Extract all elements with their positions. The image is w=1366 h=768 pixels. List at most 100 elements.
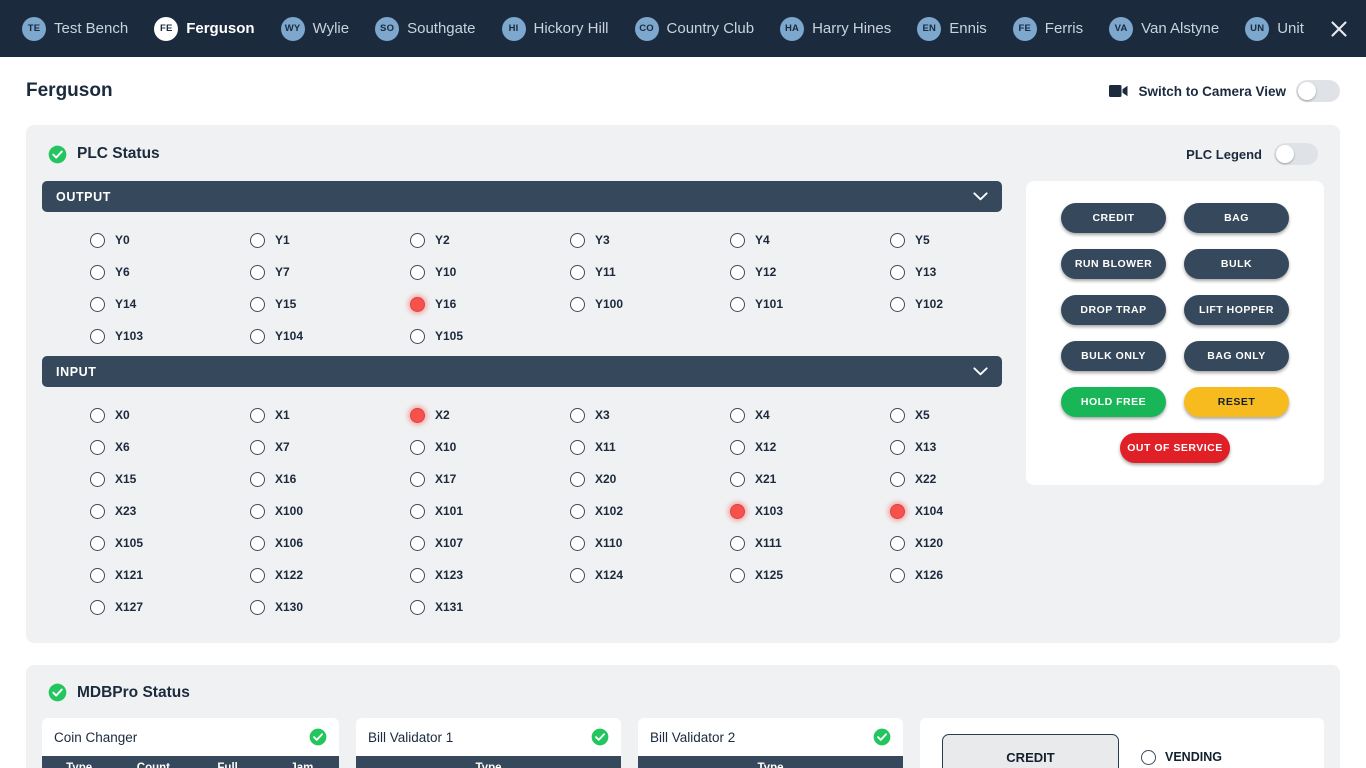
io-item[interactable]: Y101	[682, 288, 842, 320]
io-item[interactable]: X2	[362, 399, 522, 431]
legend-button-run-blower[interactable]: RUN BLOWER	[1061, 249, 1166, 279]
camera-view-switch[interactable]: Switch to Camera View	[1109, 80, 1340, 102]
io-item[interactable]: Y2	[362, 224, 522, 256]
io-label: X130	[275, 600, 303, 614]
nav-tab-harry-hines[interactable]: HAHarry Hines	[780, 17, 891, 41]
io-item[interactable]: Y0	[42, 224, 202, 256]
legend-button-bulk[interactable]: BULK	[1184, 249, 1289, 279]
io-item[interactable]: Y3	[522, 224, 682, 256]
io-item[interactable]: Y1	[202, 224, 362, 256]
io-item[interactable]: X127	[42, 591, 202, 623]
io-item[interactable]: Y100	[522, 288, 682, 320]
io-indicator-dot	[250, 440, 265, 455]
vending-radio[interactable]	[1141, 750, 1156, 765]
io-item[interactable]: X124	[522, 559, 682, 591]
nav-tab-ennis[interactable]: ENEnnis	[917, 17, 987, 41]
legend-button-lift-hopper[interactable]: LIFT HOPPER	[1184, 295, 1289, 325]
plc-legend-toggle[interactable]	[1274, 143, 1318, 165]
io-item[interactable]: Y5	[842, 224, 1002, 256]
camera-view-label: Switch to Camera View	[1138, 84, 1286, 99]
io-item[interactable]: X6	[42, 431, 202, 463]
nav-tab-test-bench[interactable]: TETest Bench	[22, 17, 128, 41]
camera-view-toggle[interactable]	[1296, 80, 1340, 102]
legend-button-bag[interactable]: BAG	[1184, 203, 1289, 233]
io-item[interactable]: X111	[682, 527, 842, 559]
io-item[interactable]: X13	[842, 431, 1002, 463]
input-io-grid: X0X1X2X3X4X5 X6X7X10X11X12X13 X15X16 X17 X20…	[42, 387, 1002, 627]
nav-tab-hickory-hill[interactable]: HIHickory Hill	[502, 17, 609, 41]
io-item[interactable]: Y16	[362, 288, 522, 320]
io-item[interactable]: X21	[682, 463, 842, 495]
io-item[interactable]: X3	[522, 399, 682, 431]
credit-display-box[interactable]: CREDIT	[942, 734, 1119, 768]
io-item[interactable]: X126	[842, 559, 1002, 591]
io-item[interactable]: X105	[42, 527, 202, 559]
legend-button-bag-only[interactable]: BAG ONLY	[1184, 341, 1289, 371]
io-item[interactable]: X0	[42, 399, 202, 431]
mdb-column-header: Type	[356, 762, 621, 768]
io-item[interactable]: Y7	[202, 256, 362, 288]
plc-legend-switch[interactable]: PLC Legend	[1186, 143, 1318, 165]
io-item[interactable]: X1	[202, 399, 362, 431]
output-section-header[interactable]: OUTPUT	[42, 181, 1002, 212]
nav-tab-ferris[interactable]: FEFerris	[1013, 17, 1083, 41]
nav-tab-country-club[interactable]: COCountry Club	[635, 17, 755, 41]
nav-tab-ferguson[interactable]: FEFerguson	[154, 17, 254, 41]
io-item[interactable]: Y4	[682, 224, 842, 256]
io-item[interactable]: X12	[682, 431, 842, 463]
io-item[interactable]: X4	[682, 399, 842, 431]
legend-button-drop-trap[interactable]: DROP TRAP	[1061, 295, 1166, 325]
nav-tab-van-alstyne[interactable]: VAVan Alstyne	[1109, 17, 1219, 41]
io-item[interactable]: X100	[202, 495, 362, 527]
io-item[interactable]: X17	[362, 463, 522, 495]
io-item[interactable]: Y104	[202, 320, 362, 352]
legend-button-out-of-service[interactable]: OUT OF SERVICE	[1120, 433, 1230, 463]
io-item[interactable]: Y103	[42, 320, 202, 352]
io-item[interactable]: Y15	[202, 288, 362, 320]
io-item[interactable]: X125	[682, 559, 842, 591]
io-item[interactable]: X20	[522, 463, 682, 495]
io-item[interactable]: X123	[362, 559, 522, 591]
io-item[interactable]: Y6	[42, 256, 202, 288]
io-item[interactable]: X103	[682, 495, 842, 527]
io-item[interactable]: X101	[362, 495, 522, 527]
io-item[interactable]: X11	[522, 431, 682, 463]
nav-tab-unit[interactable]: UNUnit	[1245, 17, 1304, 41]
io-item[interactable]: Y11	[522, 256, 682, 288]
io-item[interactable]: X22	[842, 463, 1002, 495]
vending-option[interactable]: VENDING	[1141, 750, 1222, 765]
io-item[interactable]: Y13	[842, 256, 1002, 288]
io-item[interactable]: Y102	[842, 288, 1002, 320]
io-item[interactable]: X7	[202, 431, 362, 463]
io-item[interactable]: X120	[842, 527, 1002, 559]
io-item[interactable]: X110	[522, 527, 682, 559]
io-item[interactable]: X102	[522, 495, 682, 527]
io-item[interactable]: Y14	[42, 288, 202, 320]
io-item[interactable]: X10	[362, 431, 522, 463]
nav-tab-southgate[interactable]: SOSouthgate	[375, 17, 475, 41]
legend-button-hold-free[interactable]: HOLD FREE	[1061, 387, 1166, 417]
io-item[interactable]: X130	[202, 591, 362, 623]
nav-tab-wylie[interactable]: WYWylie	[281, 17, 350, 41]
legend-button-reset[interactable]: RESET	[1184, 387, 1289, 417]
io-item[interactable]: X107	[362, 527, 522, 559]
io-item[interactable]: X5	[842, 399, 1002, 431]
io-item[interactable]: X121	[42, 559, 202, 591]
io-item[interactable]: X104	[842, 495, 1002, 527]
io-item[interactable]: X106	[202, 527, 362, 559]
io-item[interactable]: X16	[202, 463, 362, 495]
close-button[interactable]	[1324, 14, 1354, 44]
nav-tab-avatar: HA	[780, 17, 804, 41]
io-item[interactable]: X15	[42, 463, 202, 495]
io-item[interactable]: X131	[362, 591, 522, 623]
io-item[interactable]: Y105	[362, 320, 522, 352]
legend-button-bulk-only[interactable]: BULK ONLY	[1061, 341, 1166, 371]
io-item[interactable]: X122	[202, 559, 362, 591]
io-item[interactable]: Y12	[682, 256, 842, 288]
io-label: X21	[755, 472, 776, 486]
input-section-header[interactable]: INPUT	[42, 356, 1002, 387]
io-label: X17	[435, 472, 456, 486]
io-item[interactable]: X23	[42, 495, 202, 527]
io-item[interactable]: Y10	[362, 256, 522, 288]
legend-button-credit[interactable]: CREDIT	[1061, 203, 1166, 233]
